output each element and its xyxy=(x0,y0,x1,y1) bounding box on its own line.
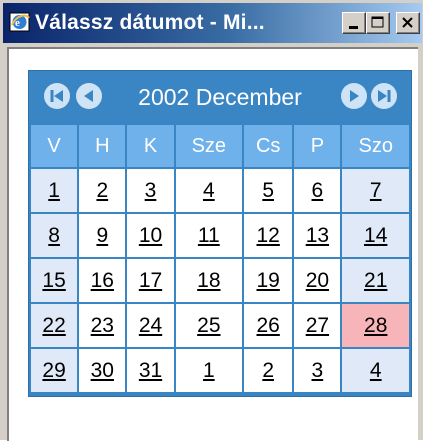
other-month-day-cell[interactable]: 4 xyxy=(342,349,409,392)
day-cell[interactable]: 9 xyxy=(79,214,126,257)
close-icon xyxy=(402,17,413,28)
window-title: Válassz dátumot - Mi... xyxy=(35,11,265,34)
day-cell[interactable]: 29 xyxy=(31,349,78,392)
week-row: 8 9 10 11 12 13 14 xyxy=(31,214,409,257)
ie-icon: e xyxy=(9,12,30,32)
day-cell[interactable]: 12 xyxy=(244,214,293,257)
day-cell[interactable]: 24 xyxy=(127,304,174,347)
weekday-header: Cs xyxy=(244,125,293,167)
day-cell[interactable]: 14 xyxy=(342,214,409,257)
day-cell[interactable]: 13 xyxy=(294,214,341,257)
day-cell[interactable]: 16 xyxy=(79,259,126,302)
day-cell[interactable]: 20 xyxy=(294,259,341,302)
day-cell[interactable]: 7 xyxy=(342,169,409,212)
day-cell[interactable]: 25 xyxy=(175,304,243,347)
other-month-day-cell[interactable]: 2 xyxy=(244,349,293,392)
week-row: 15 16 17 18 19 20 21 xyxy=(31,259,409,302)
day-cell[interactable]: 23 xyxy=(79,304,126,347)
maximize-button[interactable] xyxy=(366,12,390,34)
day-cell[interactable]: 17 xyxy=(127,259,174,302)
calendar-grid: V H K Sze Cs P Szo 1 2 3 4 5 6 7 8 9 10 … xyxy=(29,123,411,396)
day-cell[interactable]: 4 xyxy=(175,169,243,212)
day-cell[interactable]: 10 xyxy=(127,214,174,257)
weekday-header: P xyxy=(294,125,341,167)
day-cell[interactable]: 5 xyxy=(244,169,293,212)
day-cell[interactable]: 18 xyxy=(175,259,243,302)
maximize-icon xyxy=(371,16,384,28)
next-year-icon[interactable] xyxy=(370,82,398,110)
other-month-day-cell[interactable]: 1 xyxy=(175,349,243,392)
day-cell[interactable]: 11 xyxy=(175,214,243,257)
week-row: 1 2 3 4 5 6 7 xyxy=(31,169,409,212)
day-cell[interactable]: 2 xyxy=(79,169,126,212)
weekday-header: K xyxy=(127,125,174,167)
day-cell[interactable]: 21 xyxy=(342,259,409,302)
day-cell[interactable]: 1 xyxy=(31,169,78,212)
minimize-button[interactable] xyxy=(342,12,366,34)
day-cell[interactable]: 30 xyxy=(79,349,126,392)
weekday-header-row: V H K Sze Cs P Szo xyxy=(31,125,409,167)
calendar: 2002 December V H K Sze Cs P Szo 1 2 3 4… xyxy=(28,70,412,397)
day-cell[interactable]: 3 xyxy=(127,169,174,212)
close-button[interactable] xyxy=(396,12,420,34)
weekday-header: V xyxy=(31,125,78,167)
day-cell[interactable]: 31 xyxy=(127,349,174,392)
calendar-header: 2002 December xyxy=(29,71,411,123)
day-cell[interactable]: 22 xyxy=(31,304,78,347)
weekday-header: Sze xyxy=(175,125,243,167)
title-bar[interactable]: e Válassz dátumot - Mi... xyxy=(3,3,422,43)
weekday-header: H xyxy=(79,125,126,167)
day-cell[interactable]: 27 xyxy=(294,304,341,347)
day-cell[interactable]: 19 xyxy=(244,259,293,302)
week-row: 29 30 31 1 2 3 4 xyxy=(31,349,409,392)
weekday-header: Szo xyxy=(342,125,409,167)
day-cell[interactable]: 6 xyxy=(294,169,341,212)
day-cell[interactable]: 26 xyxy=(244,304,293,347)
next-month-icon[interactable] xyxy=(340,82,368,110)
week-row: 22 23 24 25 26 27 28 xyxy=(31,304,409,347)
other-month-day-cell[interactable]: 3 xyxy=(294,349,341,392)
minimize-icon xyxy=(349,26,358,29)
today-day-cell[interactable]: 28 xyxy=(342,304,409,347)
day-cell[interactable]: 8 xyxy=(31,214,78,257)
day-cell[interactable]: 15 xyxy=(31,259,78,302)
